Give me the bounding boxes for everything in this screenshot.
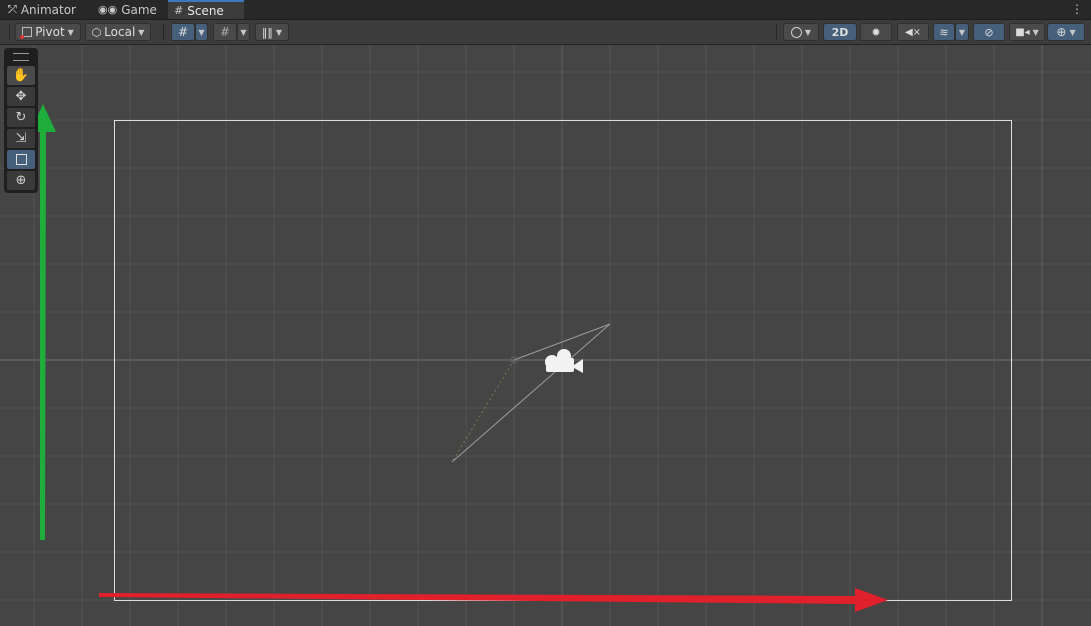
gizmos-dropdown[interactable]: ⊕ ▼ bbox=[1047, 23, 1085, 41]
effects-toggle[interactable]: ≋ bbox=[933, 23, 955, 41]
move-arrows-icon: ✥ bbox=[15, 89, 27, 104]
tab-bar: ⤱ Animator ◉◉ Game # Scene ⋮ bbox=[0, 0, 1091, 20]
toolbar-separator bbox=[163, 24, 164, 40]
increment-snap-toggle[interactable]: # bbox=[213, 23, 237, 41]
rect-transform-icon bbox=[15, 154, 27, 165]
hand-icon: ✋ bbox=[12, 68, 30, 83]
animator-icon: ⤱ bbox=[8, 2, 17, 16]
scene-toolbar: Pivot ▼ ⬡ Local ▼ # ▼ # ▼ ‖‖ ▼ ▼ 2D ✹ ◀×… bbox=[0, 20, 1091, 45]
chevron-down-icon: ▼ bbox=[958, 27, 966, 37]
gizmos-globe-icon: ⊕ bbox=[1056, 25, 1067, 39]
chevron-down-icon: ▼ bbox=[1032, 27, 1039, 37]
transform-tool[interactable]: ⊕ bbox=[7, 171, 35, 190]
chevron-down-icon: ▼ bbox=[138, 27, 145, 37]
chevron-down-icon: ▼ bbox=[804, 27, 812, 37]
local-dropdown[interactable]: ⬡ Local ▼ bbox=[85, 23, 151, 41]
light-bulb-icon: ✹ bbox=[871, 25, 881, 39]
chevron-down-icon: ▼ bbox=[198, 27, 205, 37]
camera-frustum bbox=[451, 323, 611, 463]
transform-icon: ⊕ bbox=[15, 173, 27, 188]
grid-snap-icon: # bbox=[177, 25, 189, 39]
tab-label: Game bbox=[121, 2, 157, 17]
tab-animator[interactable]: ⤱ Animator bbox=[2, 0, 82, 19]
grid-snapping-dropdown[interactable]: ▼ bbox=[195, 23, 208, 41]
grid-snapping-toggle[interactable]: # bbox=[171, 23, 195, 41]
scale-icon: ⇲ bbox=[15, 131, 27, 146]
rotate-tool[interactable]: ↻ bbox=[7, 108, 35, 127]
draw-mode-dropdown[interactable]: ▼ bbox=[783, 23, 819, 41]
rect-tool[interactable] bbox=[7, 150, 35, 169]
toolbar-separator bbox=[776, 24, 777, 40]
move-tool[interactable]: ✥ bbox=[7, 87, 35, 106]
pivot-dropdown[interactable]: Pivot ▼ bbox=[15, 23, 81, 41]
effects-layers-icon: ≋ bbox=[939, 25, 949, 39]
2d-mode-toggle[interactable]: 2D bbox=[823, 23, 857, 41]
tab-game[interactable]: ◉◉ Game bbox=[92, 0, 157, 19]
tab-label: Animator bbox=[20, 2, 76, 17]
eye-slash-icon: ⊘ bbox=[984, 25, 994, 39]
rotate-icon: ↻ bbox=[15, 110, 27, 125]
grid-hash-icon: # bbox=[174, 4, 184, 17]
tab-scene[interactable]: # Scene bbox=[168, 0, 244, 19]
scale-tool[interactable]: ⇲ bbox=[7, 129, 35, 148]
chevron-down-icon: ▼ bbox=[240, 27, 247, 37]
chevron-down-icon: ▼ bbox=[67, 27, 74, 37]
camera-icon: ■◂ bbox=[1015, 26, 1030, 38]
tab-label: Scene bbox=[187, 3, 224, 18]
grid-lines-icon: ‖‖ bbox=[261, 25, 273, 39]
lighting-toggle[interactable]: ✹ bbox=[860, 23, 892, 41]
local-label: Local bbox=[104, 25, 136, 39]
tool-palette: ✋ ✥ ↻ ⇲ ⊕ bbox=[4, 48, 38, 193]
chevron-down-icon: ▼ bbox=[275, 27, 283, 37]
more-options-icon[interactable]: ⋮ bbox=[1071, 2, 1083, 16]
camera-settings-dropdown[interactable]: ■◂ ▼ bbox=[1009, 23, 1045, 41]
increment-snap-icon: # bbox=[219, 25, 231, 39]
drag-handle-icon[interactable] bbox=[13, 53, 29, 61]
toolbar-separator bbox=[9, 24, 10, 40]
pivot-icon bbox=[20, 27, 33, 39]
hand-tool[interactable]: ✋ bbox=[7, 66, 35, 85]
pivot-label: Pivot bbox=[35, 25, 65, 39]
scene-viewport[interactable] bbox=[0, 45, 1091, 626]
cube-icon: ⬡ bbox=[91, 25, 102, 39]
scene-grid-major bbox=[0, 45, 1091, 626]
audio-mute-icon: ◀× bbox=[904, 26, 922, 38]
effects-dropdown[interactable]: ▼ bbox=[955, 23, 969, 41]
chevron-down-icon: ▼ bbox=[1069, 27, 1076, 37]
scene-visibility-toggle[interactable]: ⊘ bbox=[973, 23, 1005, 41]
audio-toggle[interactable]: ◀× bbox=[897, 23, 929, 41]
2d-mode-label: 2D bbox=[831, 25, 849, 39]
scene-grid bbox=[0, 45, 1091, 626]
shaded-sphere-icon bbox=[790, 26, 802, 38]
increment-snap-dropdown[interactable]: ▼ bbox=[237, 23, 250, 41]
grid-visibility-dropdown[interactable]: ‖‖ ▼ bbox=[255, 23, 289, 41]
scene-canvas bbox=[0, 45, 1091, 626]
gamepad-icon: ◉◉ bbox=[98, 3, 118, 16]
